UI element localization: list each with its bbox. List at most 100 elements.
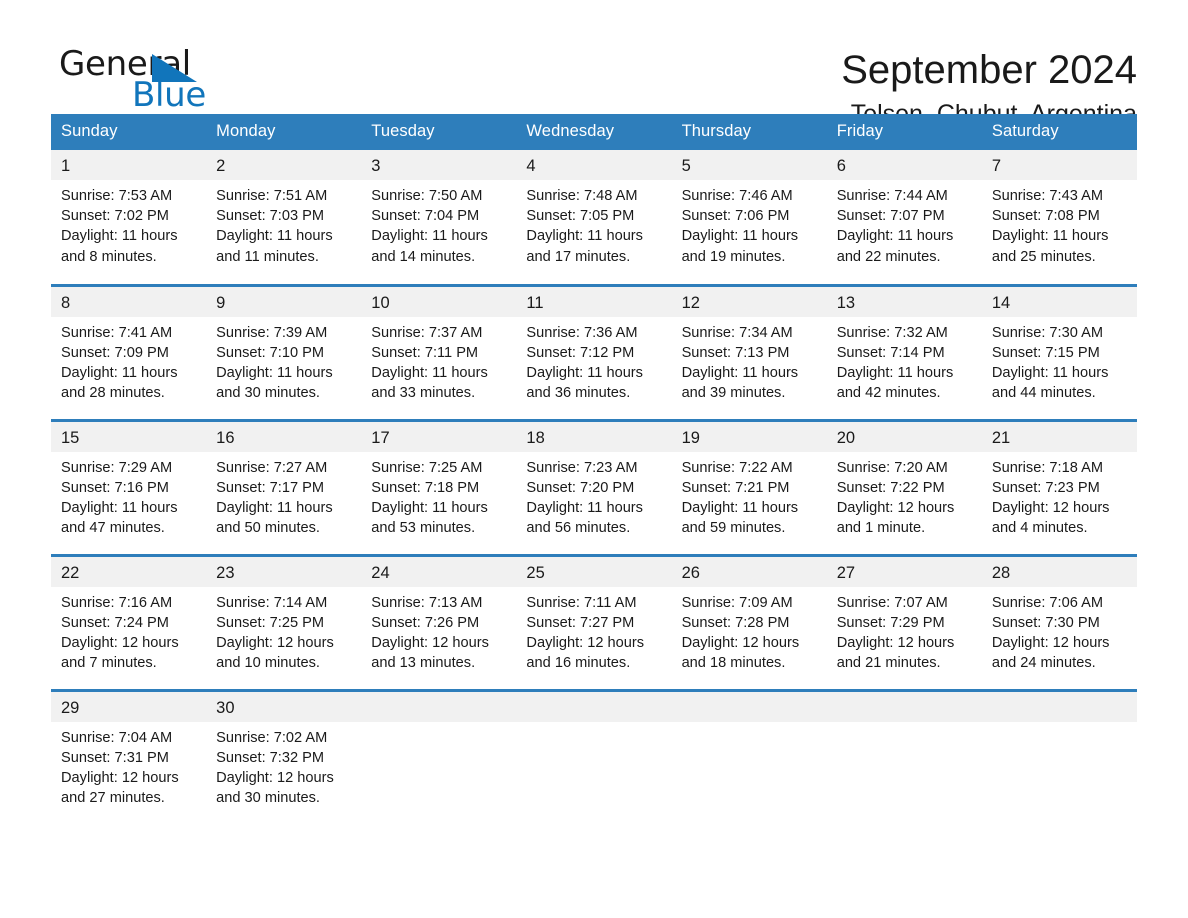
sunrise-text: Sunrise: 7:29 AM — [61, 459, 173, 476]
day-cell-inner: 10 Sunrise: 7:37 AM Sunset: 7:11 PM Dayligh… — [361, 287, 516, 419]
calendar-day-cell[interactable]: 22 Sunrise: 7:16 AM Sunset: 7:24 PM Dayligh… — [51, 555, 206, 690]
daylight-text: Daylight: 12 hours and 30 minutes. — [216, 769, 334, 807]
day-cell-inner: 2 Sunrise: 7:51 AM Sunset: 7:03 PM Daylight… — [206, 150, 361, 284]
sunset-text: Sunset: 7:06 PM — [681, 208, 790, 225]
sunrise-text: Sunrise: 7:39 AM — [216, 324, 328, 341]
sunrise-text: Sunrise: 7:18 AM — [991, 459, 1103, 476]
calendar-day-cell[interactable]: 12 Sunrise: 7:34 AM Sunset: 7:13 PM Dayligh… — [672, 285, 827, 420]
calendar-day-cell[interactable]: 13 Sunrise: 7:32 AM Sunset: 7:14 PM Dayligh… — [827, 285, 982, 420]
calendar-empty-cell — [827, 690, 982, 825]
logo-text-blue: Blue — [132, 75, 207, 115]
sunrise-text: Sunrise: 7:22 AM — [681, 459, 793, 476]
calendar-day-cell[interactable]: 7 Sunrise: 7:43 AM Sunset: 7:08 PM Daylight… — [982, 150, 1137, 285]
calendar-day-cell[interactable]: 30 Sunrise: 7:02 AM Sunset: 7:32 PM Dayligh… — [206, 690, 361, 825]
sunset-text: Sunset: 7:26 PM — [371, 614, 480, 631]
weekday-header-wednesday: Wednesday — [516, 114, 672, 150]
calendar-empty-cell — [516, 690, 671, 825]
day-details: Sunrise: 7:16 AM Sunset: 7:24 PM Daylight:… — [51, 587, 206, 674]
day-cell-inner — [516, 692, 671, 826]
daylight-text: Daylight: 11 hours and 17 minutes. — [526, 228, 643, 265]
day-cell-inner: 1 Sunrise: 7:53 AM Sunset: 7:02 PM Daylight… — [51, 150, 206, 284]
sunset-text: Sunset: 7:05 PM — [526, 208, 635, 225]
daylight-text: Daylight: 12 hours and 18 minutes. — [681, 634, 800, 672]
daylight-text: Daylight: 11 hours and 14 minutes. — [371, 228, 488, 265]
sunrise-text: Sunrise: 7:37 AM — [371, 324, 483, 341]
daylight-text: Daylight: 11 hours and 50 minutes. — [216, 499, 333, 537]
day-cell-inner: 5 Sunrise: 7:46 AM Sunset: 7:06 PM Daylight… — [672, 150, 827, 284]
day-details: Sunrise: 7:25 AM Sunset: 7:18 PM Daylight:… — [361, 452, 516, 539]
day-details: Sunrise: 7:02 AM Sunset: 7:32 PM Daylight:… — [206, 722, 361, 809]
calendar-day-cell[interactable]: 4 Sunrise: 7:48 AM Sunset: 7:05 PM Daylight… — [516, 150, 671, 285]
sunrise-text: Sunrise: 7:36 AM — [526, 324, 638, 341]
calendar-day-cell[interactable]: 11 Sunrise: 7:36 AM Sunset: 7:12 PM Dayligh… — [516, 285, 671, 420]
day-number: 16 — [216, 428, 235, 447]
page-title: September 2024 — [841, 48, 1137, 92]
calendar-day-cell[interactable]: 16 Sunrise: 7:27 AM Sunset: 7:17 PM Dayligh… — [206, 420, 361, 555]
calendar-day-cell[interactable]: 23 Sunrise: 7:14 AM Sunset: 7:25 PM Dayligh… — [206, 555, 361, 690]
day-details: Sunrise: 7:20 AM Sunset: 7:22 PM Daylight:… — [827, 452, 982, 539]
sunset-text: Sunset: 7:22 PM — [836, 479, 945, 496]
calendar-day-cell[interactable]: 21 Sunrise: 7:18 AM Sunset: 7:23 PM Dayligh… — [982, 420, 1137, 555]
day-details: Sunrise: 7:22 AM Sunset: 7:21 PM Daylight:… — [672, 452, 827, 539]
day-details: Sunrise: 7:51 AM Sunset: 7:03 PM Daylight:… — [206, 180, 361, 267]
calendar-day-cell[interactable]: 28 Sunrise: 7:06 AM Sunset: 7:30 PM Dayligh… — [982, 555, 1137, 690]
day-cell-inner: 24 Sunrise: 7:13 AM Sunset: 7:26 PM Dayligh… — [361, 557, 516, 689]
day-cell-inner: 19 Sunrise: 7:22 AM Sunset: 7:21 PM Dayligh… — [672, 422, 827, 554]
calendar-day-cell[interactable]: 1 Sunrise: 7:53 AM Sunset: 7:02 PM Daylight… — [51, 150, 206, 285]
day-number: 30 — [216, 698, 235, 717]
day-number: 21 — [991, 428, 1011, 447]
sunset-text: Sunset: 7:04 PM — [371, 208, 480, 225]
sunrise-text: Sunrise: 7:44 AM — [836, 188, 948, 204]
calendar-day-cell[interactable]: 14 Sunrise: 7:30 AM Sunset: 7:15 PM Dayligh… — [982, 285, 1137, 420]
sunset-text: Sunset: 7:17 PM — [216, 479, 325, 496]
calendar-day-cell[interactable]: 27 Sunrise: 7:07 AM Sunset: 7:29 PM Dayligh… — [827, 555, 982, 690]
daylight-text: Daylight: 11 hours and 42 minutes. — [836, 364, 954, 402]
daylight-text: Daylight: 12 hours and 1 minute. — [836, 499, 955, 537]
day-cell-inner — [361, 692, 516, 826]
daylight-text: Daylight: 12 hours and 4 minutes. — [991, 499, 1110, 537]
calendar-day-cell[interactable]: 15 Sunrise: 7:29 AM Sunset: 7:16 PM Dayligh… — [51, 420, 206, 555]
day-details: Sunrise: 7:41 AM Sunset: 7:09 PM Daylight:… — [51, 317, 206, 404]
day-details: Sunrise: 7:04 AM Sunset: 7:31 PM Daylight:… — [51, 722, 206, 809]
sunrise-sunset-calendar: Sunday Monday Tuesday Wednesday Thursday… — [51, 114, 1137, 825]
calendar-day-cell[interactable]: 19 Sunrise: 7:22 AM Sunset: 7:21 PM Dayligh… — [672, 420, 827, 555]
sunrise-text: Sunrise: 7:16 AM — [61, 594, 173, 611]
calendar-day-cell[interactable]: 24 Sunrise: 7:13 AM Sunset: 7:26 PM Dayligh… — [361, 555, 516, 690]
calendar-day-cell[interactable]: 17 Sunrise: 7:25 AM Sunset: 7:18 PM Dayligh… — [361, 420, 516, 555]
day-number: 26 — [681, 563, 700, 582]
general-blue-logo: General Blue — [51, 44, 211, 118]
calendar-day-cell[interactable]: 18 Sunrise: 7:23 AM Sunset: 7:20 PM Dayligh… — [516, 420, 671, 555]
sunset-text: Sunset: 7:08 PM — [991, 208, 1100, 225]
day-cell-inner: 6 Sunrise: 7:44 AM Sunset: 7:07 PM Daylight… — [827, 150, 982, 284]
sunrise-text: Sunrise: 7:11 AM — [526, 594, 637, 611]
sunrise-text: Sunrise: 7:34 AM — [681, 324, 793, 341]
day-number: 12 — [681, 293, 700, 312]
day-cell-inner: 27 Sunrise: 7:07 AM Sunset: 7:29 PM Dayligh… — [827, 557, 982, 689]
sunrise-text: Sunrise: 7:27 AM — [216, 459, 328, 476]
sunset-text: Sunset: 7:29 PM — [836, 614, 945, 631]
sunrise-text: Sunrise: 7:46 AM — [681, 188, 793, 204]
calendar-day-cell[interactable]: 2 Sunrise: 7:51 AM Sunset: 7:03 PM Daylight… — [206, 150, 361, 285]
calendar-day-cell[interactable]: 8 Sunrise: 7:41 AM Sunset: 7:09 PM Daylight… — [51, 285, 206, 420]
day-cell-inner: 25 Sunrise: 7:11 AM Sunset: 7:27 PM Dayligh… — [516, 557, 671, 689]
day-details: Sunrise: 7:46 AM Sunset: 7:06 PM Daylight:… — [672, 180, 827, 267]
calendar-day-cell[interactable]: 29 Sunrise: 7:04 AM Sunset: 7:31 PM Dayligh… — [51, 690, 206, 825]
calendar-day-cell[interactable]: 9 Sunrise: 7:39 AM Sunset: 7:10 PM Daylight… — [206, 285, 361, 420]
calendar-day-cell[interactable]: 10 Sunrise: 7:37 AM Sunset: 7:11 PM Dayligh… — [361, 285, 516, 420]
sunset-text: Sunset: 7:14 PM — [836, 344, 945, 361]
day-details: Sunrise: 7:18 AM Sunset: 7:23 PM Daylight:… — [982, 452, 1137, 539]
day-cell-inner: 8 Sunrise: 7:41 AM Sunset: 7:09 PM Daylight… — [51, 287, 206, 419]
calendar-header-row: Sunday Monday Tuesday Wednesday Thursday… — [51, 114, 1137, 150]
day-details: Sunrise: 7:09 AM Sunset: 7:28 PM Daylight:… — [672, 587, 827, 674]
day-cell-inner: 23 Sunrise: 7:14 AM Sunset: 7:25 PM Dayligh… — [206, 557, 361, 689]
sunset-text: Sunset: 7:07 PM — [836, 208, 945, 225]
sunset-text: Sunset: 7:15 PM — [991, 344, 1100, 361]
calendar-day-cell[interactable]: 20 Sunrise: 7:20 AM Sunset: 7:22 PM Dayligh… — [827, 420, 982, 555]
calendar-day-cell[interactable]: 25 Sunrise: 7:11 AM Sunset: 7:27 PM Dayligh… — [516, 555, 671, 690]
calendar-day-cell[interactable]: 26 Sunrise: 7:09 AM Sunset: 7:28 PM Dayligh… — [672, 555, 827, 690]
sunrise-text: Sunrise: 7:07 AM — [836, 594, 948, 611]
calendar-day-cell[interactable]: 6 Sunrise: 7:44 AM Sunset: 7:07 PM Daylight… — [827, 150, 982, 285]
calendar-day-cell[interactable]: 5 Sunrise: 7:46 AM Sunset: 7:06 PM Daylight… — [672, 150, 827, 285]
daylight-text: Daylight: 11 hours and 39 minutes. — [681, 364, 799, 402]
calendar-day-cell[interactable]: 3 Sunrise: 7:50 AM Sunset: 7:04 PM Daylight… — [361, 150, 516, 285]
